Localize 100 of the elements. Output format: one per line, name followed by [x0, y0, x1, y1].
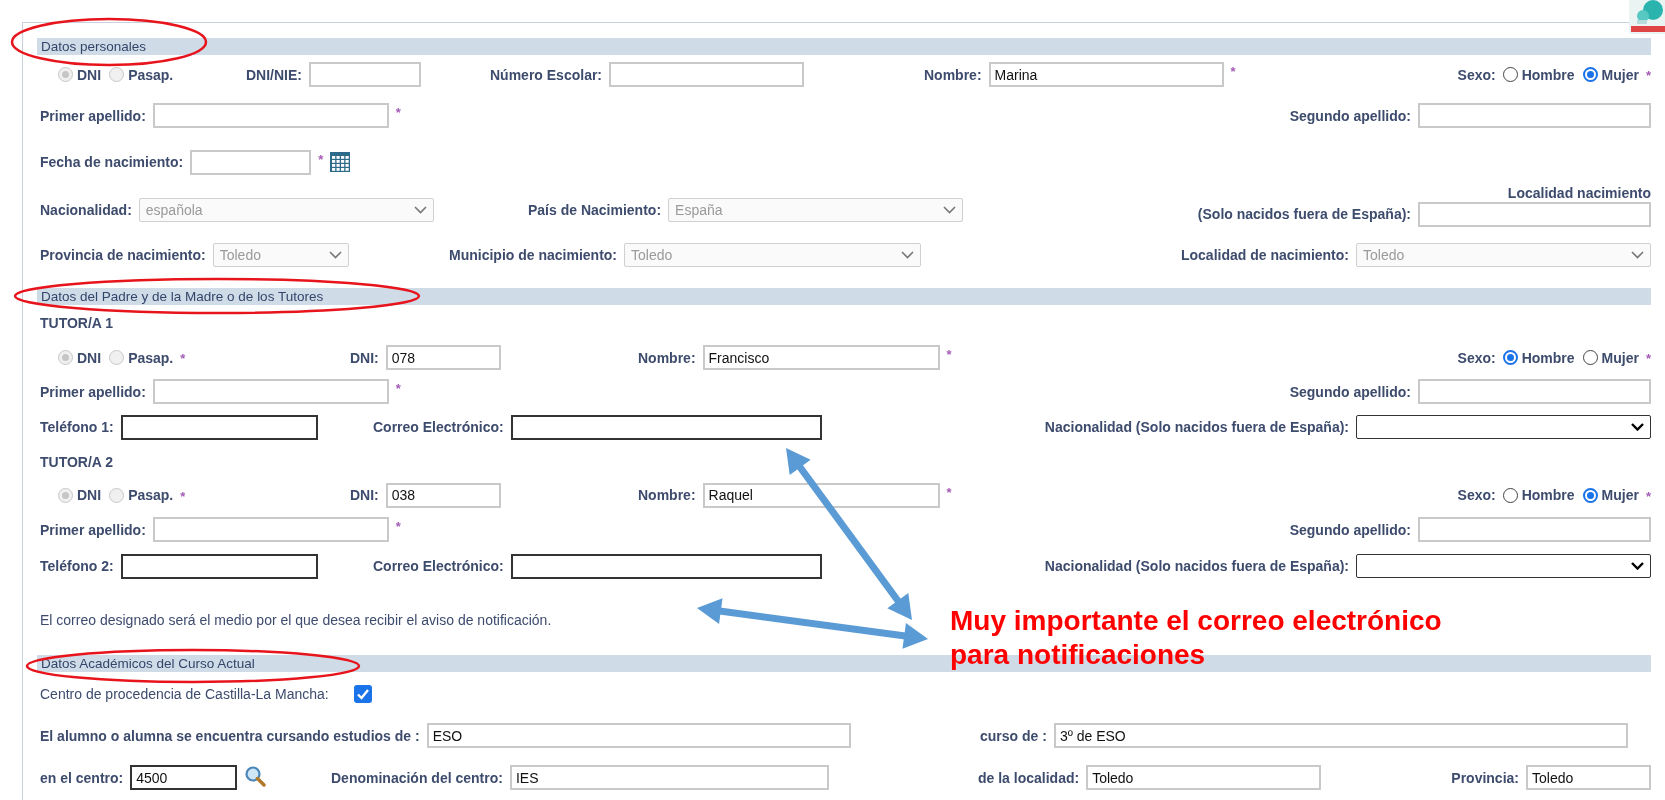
subsection-heading: TUTOR/A 2 — [40, 453, 114, 470]
search-icon[interactable] — [244, 765, 267, 787]
chevron-icon — [1631, 562, 1644, 570]
field-label: DNI: — [350, 487, 379, 503]
text-field[interactable] — [510, 414, 822, 440]
field-label: Segundo apellido: — [1289, 383, 1411, 400]
radio-option[interactable]: Mujer — [1582, 349, 1639, 366]
chevron-icon — [413, 205, 427, 214]
field-label: El alumno o alumna se encuentra cursando estudios de : — [40, 727, 420, 744]
radio-label: DNI — [77, 487, 102, 503]
radio-label: Hombre — [1521, 487, 1575, 503]
text-field[interactable] — [120, 553, 318, 579]
radio-button[interactable] — [1582, 67, 1598, 82]
text-field[interactable]: ESO — [426, 723, 851, 748]
text-field[interactable]: 038 — [385, 482, 501, 508]
section-header: Datos personales — [37, 38, 1651, 55]
annotation-text: Muy importante el correo electrónico para notificaciones — [950, 604, 1442, 672]
text-field[interactable]: IES — [509, 765, 829, 790]
field-label: Primer apellido: — [40, 521, 146, 538]
radio-button[interactable] — [1582, 487, 1598, 503]
field-label: Nombre: — [638, 349, 696, 366]
required-mark: * — [395, 519, 401, 534]
required-mark: * — [946, 484, 952, 500]
subsection-heading: TUTOR/A 1 — [40, 315, 114, 331]
required-mark: * — [180, 488, 186, 504]
text-field[interactable]: 3º de ESO — [1053, 723, 1628, 748]
required-mark: * — [180, 351, 186, 366]
field-label: Sexo: — [1457, 349, 1496, 366]
text-field[interactable]: Marina — [988, 62, 1224, 87]
field-label: Sexo: — [1457, 66, 1496, 83]
radio-option[interactable]: Hombre — [1502, 66, 1575, 83]
text-field[interactable] — [120, 414, 318, 440]
field-label: DNI: — [350, 349, 379, 366]
radio-label: Mujer — [1601, 487, 1639, 503]
field-label: Número Escolar: — [490, 66, 603, 83]
field-label: Correo Electrónico: — [373, 419, 504, 435]
required-mark: * — [1230, 64, 1236, 79]
radio-label: Mujer — [1601, 349, 1639, 366]
chevron-icon — [901, 251, 914, 259]
text-field[interactable]: 4500 — [130, 765, 238, 790]
radio-option[interactable]: Hombre — [1502, 349, 1575, 366]
required-mark: * — [946, 347, 952, 362]
text-field[interactable] — [510, 553, 822, 579]
field-label: Nacionalidad (Solo nacidos fuera de España): — [1044, 419, 1349, 435]
radio-label: Mujer — [1601, 66, 1639, 83]
chevron-icon — [1631, 423, 1644, 431]
text-field[interactable]: Toledo — [1086, 765, 1322, 790]
field-label: (Solo nacidos fuera de España): — [1197, 206, 1411, 222]
radio-button[interactable] — [1582, 350, 1598, 365]
field-label: Municipio de nacimiento: — [449, 247, 617, 263]
field-label: Fecha de nacimiento: — [40, 154, 184, 170]
radio-label: Pasap. — [128, 66, 174, 83]
field-label: DNI/NIE: — [246, 66, 302, 83]
calendar-icon[interactable] — [330, 151, 351, 172]
radio-option[interactable]: Mujer — [1582, 487, 1639, 503]
field-label: Correo Electrónico: — [373, 558, 504, 574]
radio-label: DNI — [77, 66, 102, 83]
field-label: Localidad de nacimiento: — [1180, 247, 1349, 263]
radio-label: Pasap. — [128, 487, 174, 503]
radio-button[interactable] — [1502, 67, 1518, 82]
field-label: Segundo apellido: — [1289, 107, 1411, 124]
required-mark: * — [318, 151, 324, 167]
required-mark: * — [395, 381, 401, 396]
field-label: Provincia: — [1451, 769, 1519, 786]
text-field[interactable]: 078 — [385, 345, 501, 370]
text-field[interactable]: Francisco — [702, 345, 940, 370]
note-text: El correo designado será el medio por el que desea recibir el aviso de notificación. — [40, 612, 552, 628]
field-label: Provincia de nacimiento: — [40, 247, 206, 263]
field-label: Teléfono 1: — [40, 419, 114, 435]
field-label: Sexo: — [1457, 487, 1496, 503]
radio-label: Hombre — [1521, 66, 1575, 83]
radio-button[interactable] — [1502, 487, 1518, 503]
required-mark: * — [395, 105, 401, 120]
field-label: Nacionalidad (Solo nacidos fuera de España): — [1044, 558, 1349, 574]
field-label: curso de : — [980, 727, 1047, 744]
field-label: Primer apellido: — [40, 383, 146, 400]
field-label: Segundo apellido: — [1289, 521, 1411, 538]
field-label: Centro de procedencia de Castilla-La Mancha: — [40, 685, 329, 702]
text-field[interactable]: Toledo — [1526, 765, 1651, 790]
field-label: Teléfono 2: — [40, 558, 114, 574]
field-label: País de Nacimiento: — [528, 201, 662, 218]
field-label: Denominación del centro: — [331, 769, 503, 786]
radio-option[interactable]: Hombre — [1502, 487, 1575, 503]
radio-label: DNI — [77, 349, 102, 366]
radio-option[interactable]: Mujer — [1582, 66, 1639, 83]
select-field[interactable] — [1356, 554, 1651, 578]
select-field[interactable] — [1356, 415, 1651, 439]
radio-label: Pasap. — [128, 349, 174, 366]
radio-label: Hombre — [1521, 349, 1575, 366]
section-header: Datos del Padre y de la Madre o de los Tutores — [37, 288, 1651, 305]
field-label: Primer apellido: — [40, 107, 146, 124]
field-label: Nombre: — [924, 66, 982, 83]
radio-button[interactable] — [1502, 350, 1518, 365]
text-field[interactable]: Raquel — [702, 482, 940, 508]
required-mark: * — [1645, 68, 1651, 83]
checkbox[interactable] — [353, 684, 372, 703]
field-label: en el centro: — [40, 769, 124, 786]
chevron-icon — [1631, 251, 1644, 259]
field-label: de la localidad: — [978, 769, 1080, 786]
required-mark: * — [1645, 351, 1651, 366]
